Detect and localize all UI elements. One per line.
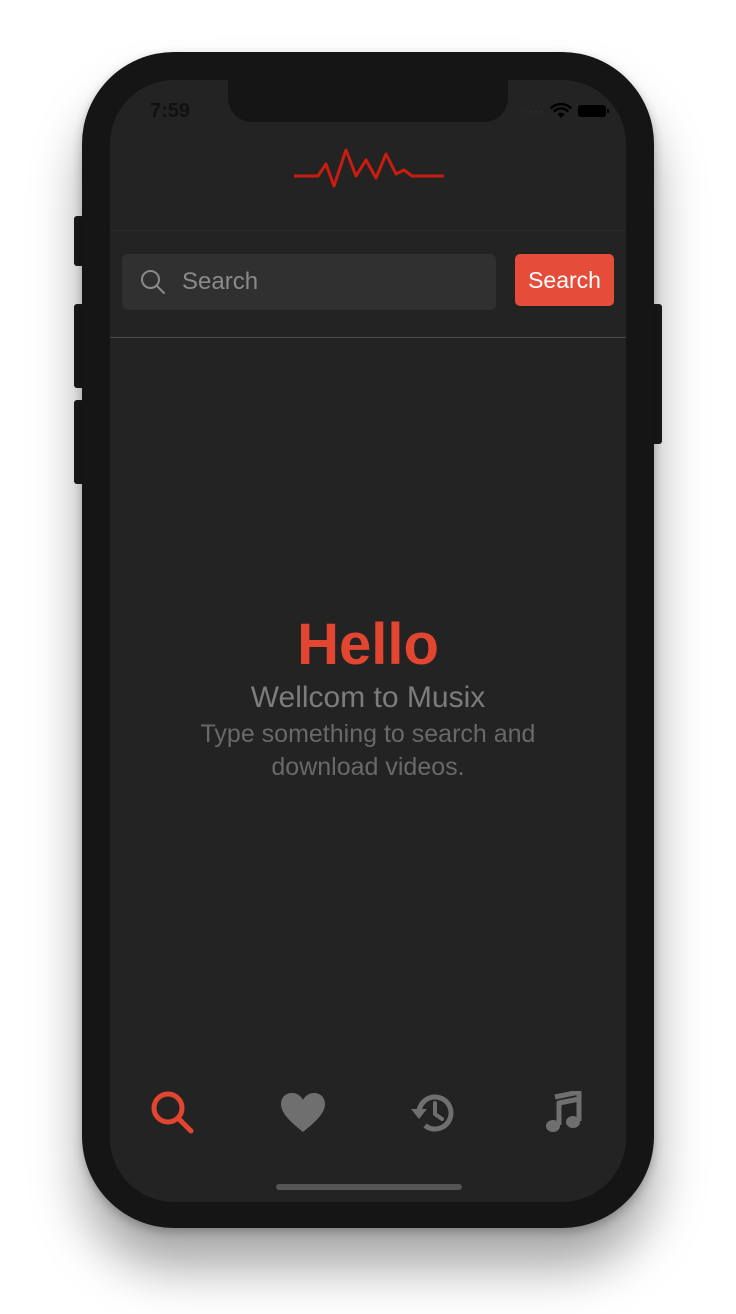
tab-music[interactable] — [528, 1078, 598, 1148]
notch — [228, 80, 508, 122]
search-icon — [141, 270, 165, 294]
home-indicator[interactable] — [276, 1184, 462, 1190]
app-screen: 7:59 ···· Search Hello Wellcom to — [110, 80, 626, 1202]
status-time: 7:59 — [150, 100, 191, 122]
battery-icon — [578, 105, 609, 117]
welcome-message: Hello Wellcom to Musix Type something to… — [110, 610, 626, 784]
welcome-description: Type something to search and download vi… — [200, 720, 536, 781]
waveform-logo-icon — [294, 148, 444, 188]
music-note-icon — [546, 1091, 582, 1132]
search-input[interactable] — [180, 267, 464, 297]
status-icons: ···· — [524, 100, 609, 122]
tab-history[interactable] — [398, 1078, 468, 1148]
history-icon — [411, 1094, 454, 1132]
search-icon — [151, 1091, 194, 1134]
header-divider — [110, 230, 626, 231]
welcome-title: Hello — [297, 612, 439, 677]
search-divider — [110, 337, 626, 338]
welcome-subtitle: Wellcom to Musix — [250, 681, 486, 714]
search-field[interactable] — [122, 254, 496, 310]
tab-bar — [110, 1078, 626, 1148]
device-mockup: 7:59 ···· Search Hello Wellcom to — [0, 0, 736, 1314]
tab-search[interactable] — [138, 1078, 208, 1148]
wifi-icon — [550, 103, 572, 118]
signal-icon: ···· — [524, 104, 544, 118]
heart-icon — [281, 1093, 325, 1132]
tab-favorites[interactable] — [268, 1078, 338, 1148]
search-button[interactable]: Search — [515, 254, 614, 306]
